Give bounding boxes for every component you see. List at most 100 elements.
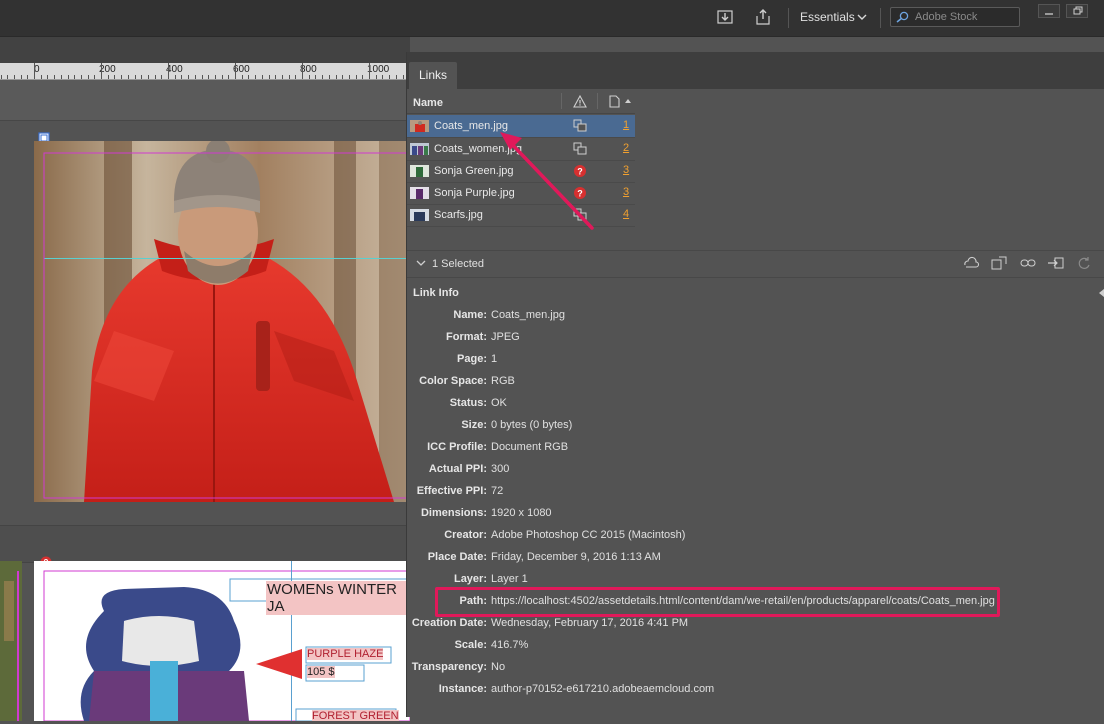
publish-icon[interactable] — [716, 8, 734, 26]
horizontal-ruler[interactable]: 0 200 400 600 800 1000 — [0, 63, 411, 80]
linked-status-icon[interactable] — [573, 208, 587, 222]
relink-from-cc-icon[interactable] — [962, 255, 980, 271]
link-page-number[interactable]: 4 — [623, 208, 629, 220]
info-value: Adobe Photoshop CC 2015 (Macintosh) — [491, 529, 686, 541]
info-value: 1 — [491, 353, 498, 365]
missing-link-icon[interactable]: ? — [573, 164, 587, 178]
document-tab-strip — [0, 37, 410, 63]
column-name-header[interactable]: Name — [413, 97, 443, 109]
info-label: Layer: — [453, 573, 487, 585]
svg-text:?: ? — [577, 189, 583, 199]
info-label: Dimensions: — [420, 507, 487, 519]
ruler-tick — [221, 75, 223, 79]
link-row[interactable]: Coats_women.jpg 2 — [407, 138, 635, 161]
ruler-tick — [194, 75, 196, 79]
ruler-tick — [342, 75, 344, 79]
application-bar: Essentials Adobe Stock — [0, 0, 1104, 37]
workspace-switcher[interactable]: Essentials — [800, 10, 855, 24]
column-divider[interactable] — [561, 93, 562, 109]
pasteboard: ? — [0, 525, 410, 568]
ruler-tick — [275, 75, 277, 79]
info-label: Effective PPI: — [416, 485, 487, 497]
refresh-icon[interactable] — [1075, 255, 1093, 271]
link-page-number[interactable]: 1 — [623, 119, 629, 131]
page-heading-text: WOMENs WINTER JA — [266, 581, 410, 615]
column-divider[interactable] — [597, 93, 598, 109]
ruler-tick — [389, 75, 391, 79]
thumbnail-image — [410, 187, 429, 199]
info-row-instance: Instance: author-p70152-e617210.adobeaemc… — [407, 683, 1104, 701]
share-icon[interactable] — [754, 8, 772, 26]
info-label: Transparency: — [411, 661, 487, 673]
link-info-header[interactable]: Link Info — [413, 287, 459, 299]
info-label: Scale: — [454, 639, 487, 651]
ruler-tick — [121, 75, 123, 79]
ruler-tick — [161, 75, 163, 79]
ruler-tick — [181, 75, 183, 79]
tab-links[interactable]: Links — [409, 62, 457, 89]
ruler-tick — [235, 63, 236, 79]
link-filename: Sonja Green.jpg — [434, 165, 514, 177]
linked-status-icon[interactable] — [573, 119, 587, 133]
search-icon — [896, 11, 909, 23]
ruler-tick — [295, 75, 297, 79]
ruler-tick — [322, 75, 324, 79]
ruler-tick — [107, 75, 109, 79]
link-page-number[interactable]: 3 — [623, 164, 629, 176]
ruler-tick — [154, 75, 156, 79]
ruler-tick — [174, 75, 176, 79]
ruler-tick — [147, 75, 149, 79]
ruler-tick — [87, 75, 89, 79]
minimize-icon[interactable] — [1038, 4, 1060, 18]
info-row-page: Page: 1 — [407, 353, 1104, 371]
adobe-stock-search[interactable]: Adobe Stock — [890, 7, 1020, 27]
ruler-tick — [134, 75, 136, 79]
collapse-arrow-icon[interactable] — [1097, 288, 1104, 298]
placed-image-coats-men[interactable] — [34, 141, 410, 502]
ruler-tick — [7, 75, 9, 79]
chevron-down-icon[interactable] — [416, 258, 426, 268]
missing-link-icon[interactable]: ? — [573, 186, 587, 200]
ruler-tick — [255, 75, 257, 79]
link-row[interactable]: Scarfs.jpg 4 — [407, 204, 635, 227]
adjacent-page-thumbnail — [0, 561, 22, 721]
panel-tab-bar: Links — [407, 52, 1104, 89]
info-row-name: Name: Coats_men.jpg — [407, 309, 1104, 327]
link-row[interactable]: Coats_men.jpg 1 — [407, 115, 635, 138]
linked-status-icon[interactable] — [573, 142, 587, 156]
link-page-number[interactable]: 3 — [623, 186, 629, 198]
pasteboard — [0, 80, 410, 121]
info-row-transparency: Transparency: No — [407, 661, 1104, 679]
chevron-down-icon[interactable] — [857, 12, 867, 22]
ruler-tick — [261, 75, 263, 79]
info-value: Document RGB — [491, 441, 569, 453]
ruler-tick — [308, 75, 310, 79]
ruler-label: 1000 — [367, 64, 390, 75]
svg-text:?: ? — [577, 167, 583, 177]
ruler-tick — [328, 75, 330, 79]
update-link-icon[interactable] — [1047, 255, 1065, 271]
link-filename: Coats_women.jpg — [434, 143, 523, 155]
ruler-tick — [302, 63, 303, 79]
warning-column-icon[interactable] — [573, 95, 587, 108]
go-to-link-icon[interactable] — [1019, 255, 1037, 271]
info-label: Name: — [453, 309, 487, 321]
ruler-tick — [27, 75, 29, 79]
path-highlight-annotation — [435, 587, 1000, 617]
page-womens-winter: WOMENs WINTER JA PURPLE HAZE 105 $ FORES… — [34, 561, 410, 721]
link-filename: Coats_men.jpg — [434, 120, 508, 132]
ruler-tick — [369, 63, 370, 79]
relink-icon[interactable] — [990, 255, 1008, 271]
info-row-icc-profile: ICC Profile: Document RGB — [407, 441, 1104, 459]
info-label: Page: — [457, 353, 487, 365]
page-column-icon[interactable] — [609, 95, 621, 108]
link-row[interactable]: Sonja Purple.jpg ? 3 — [407, 182, 635, 205]
ruler-tick — [362, 75, 364, 79]
restore-icon[interactable] — [1066, 4, 1088, 18]
sort-ascending-icon[interactable] — [625, 98, 631, 104]
link-page-number[interactable]: 2 — [623, 142, 629, 154]
ruler-tick — [228, 75, 230, 79]
info-row-format: Format: JPEG — [407, 331, 1104, 349]
link-row[interactable]: Sonja Green.jpg ? 3 — [407, 160, 635, 183]
info-label: ICC Profile: — [427, 441, 487, 453]
